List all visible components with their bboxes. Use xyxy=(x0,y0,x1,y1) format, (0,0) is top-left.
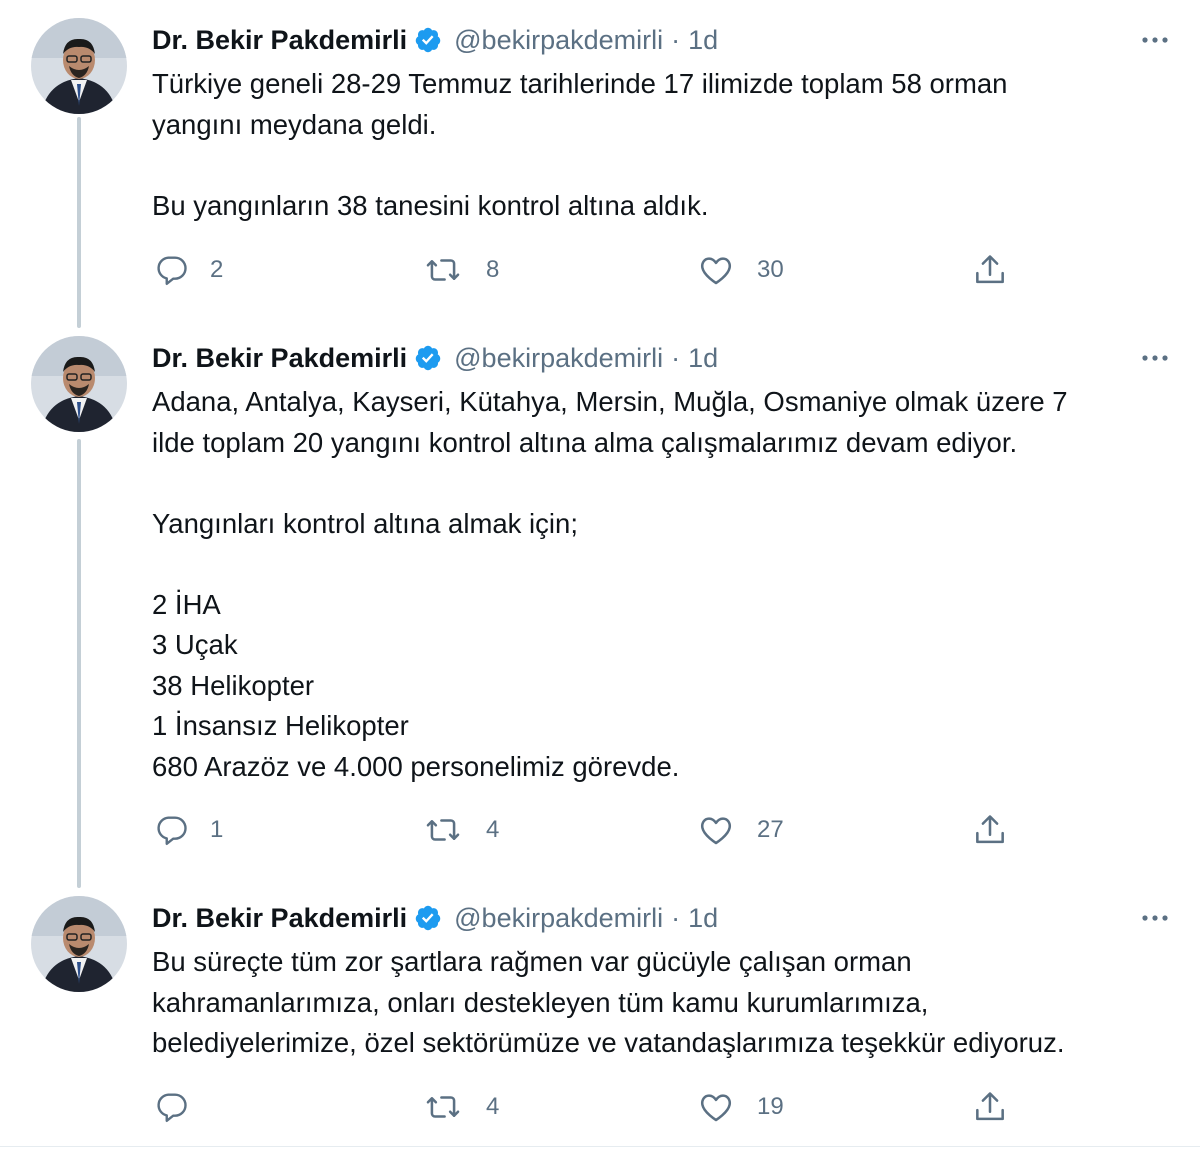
retweet-count: 8 xyxy=(486,256,500,283)
share-button[interactable] xyxy=(971,250,1009,290)
tweet-text-line: 2 İHA xyxy=(152,588,221,620)
avatar[interactable] xyxy=(31,896,127,992)
tweet-2[interactable]: Dr. Bekir Pakdemirli @bekirpakdemirli · … xyxy=(0,328,1200,888)
share-icon xyxy=(976,255,1004,284)
tweet-text: Adana, Antalya, Kayseri, Kütahya, Mersin… xyxy=(152,382,1162,787)
like-button[interactable]: 30 xyxy=(697,250,784,290)
tweet-actions: 2 8 30 xyxy=(152,250,1052,290)
separator-dot: · xyxy=(671,24,681,55)
author-name[interactable]: Dr. Bekir Pakdemirli xyxy=(152,343,407,374)
more-options-icon xyxy=(1142,37,1168,43)
like-button[interactable]: 27 xyxy=(697,810,784,850)
more-options-icon xyxy=(1142,355,1168,361)
reply-button[interactable]: 2 xyxy=(154,250,223,290)
tweet-text-line: 38 Helikopter xyxy=(152,669,315,701)
tweet-text-line: Türkiye geneli 28-29 Temmuz tarihlerinde… xyxy=(152,68,1008,99)
separator-dot: · xyxy=(671,342,681,373)
like-button[interactable]: 19 xyxy=(697,1087,784,1127)
reply-count: 2 xyxy=(210,256,224,283)
more-options-button[interactable] xyxy=(1140,903,1170,933)
share-icon xyxy=(976,1092,1004,1121)
tweet-text-gap xyxy=(152,463,1162,504)
share-button[interactable] xyxy=(971,1087,1009,1127)
retweet-button[interactable]: 8 xyxy=(424,250,499,290)
tweet-text-line: yangını meydana geldi. xyxy=(152,108,437,140)
tweet-actions: 4 19 xyxy=(152,1087,1052,1127)
tweet-actions: 1 4 27 xyxy=(152,810,1052,850)
tweet-text-line: Bu süreçte tüm zor şartlara rağmen var g… xyxy=(152,946,912,977)
tweet-text-line: kahramanlarımıza, onları destekleyen tüm… xyxy=(152,986,929,1018)
share-button[interactable] xyxy=(971,810,1009,850)
reply-button[interactable]: 1 xyxy=(154,810,223,850)
tweet-text: Türkiye geneli 28-29 Temmuz tarihlerinde… xyxy=(152,64,1162,226)
verified-badge-icon xyxy=(415,905,441,931)
tweet-text: Bu süreçte tüm zor şartlara rağmen var g… xyxy=(152,942,1162,1064)
like-icon xyxy=(700,817,732,845)
reply-count: 1 xyxy=(210,816,224,843)
more-options-icon xyxy=(1142,915,1168,921)
like-count: 27 xyxy=(757,816,784,843)
tweet-text-gap xyxy=(152,145,1162,186)
retweet-count: 4 xyxy=(486,816,500,843)
share-icon xyxy=(976,815,1004,844)
author-name[interactable]: Dr. Bekir Pakdemirli xyxy=(152,25,407,56)
thread-bottom-divider xyxy=(0,1146,1200,1147)
tweet-text-line: 680 Arazöz ve 4.000 personelimiz görevde… xyxy=(152,750,680,782)
tweet-text-line: Yangınları kontrol altına almak için; xyxy=(152,507,578,539)
avatar[interactable] xyxy=(31,336,127,432)
tweet-thread: Dr. Bekir Pakdemirli @bekirpakdemirli · … xyxy=(0,0,1200,1153)
retweet-button[interactable]: 4 xyxy=(424,810,499,850)
reply-icon xyxy=(157,256,187,285)
tweet-1[interactable]: Dr. Bekir Pakdemirli @bekirpakdemirli · … xyxy=(0,0,1200,328)
author-name[interactable]: Dr. Bekir Pakdemirli xyxy=(152,903,407,934)
author-handle[interactable]: @bekirpakdemirli xyxy=(454,903,663,934)
avatar-image xyxy=(31,336,127,432)
author-handle[interactable]: @bekirpakdemirli xyxy=(454,343,663,374)
reply-icon xyxy=(157,816,187,845)
more-options-button[interactable] xyxy=(1140,343,1170,373)
thread-connector-line xyxy=(77,439,81,888)
more-options-button[interactable] xyxy=(1140,25,1170,55)
tweet-text-line: 1 İnsansız Helikopter xyxy=(152,710,409,741)
tweet-text-line: belediyelerimize, özel sektörümüze ve va… xyxy=(152,1027,1065,1058)
separator-dot: · xyxy=(671,902,681,933)
like-count: 30 xyxy=(757,256,784,283)
timestamp[interactable]: 1d xyxy=(688,903,718,934)
tweet-header: Dr. Bekir Pakdemirli @bekirpakdemirli · … xyxy=(152,20,1170,60)
reply-icon xyxy=(157,1093,187,1122)
retweet-count: 4 xyxy=(486,1093,500,1120)
retweet-icon xyxy=(426,259,460,281)
tweet-text-line: 3 Uçak xyxy=(152,629,238,660)
timestamp[interactable]: 1d xyxy=(688,343,718,374)
verified-badge-icon xyxy=(415,27,441,53)
tweet-3[interactable]: Dr. Bekir Pakdemirli @bekirpakdemirli · … xyxy=(0,888,1200,1146)
tweet-text-line: Bu yangınların 38 tanesini kontrol altın… xyxy=(152,189,709,221)
avatar-image xyxy=(31,18,127,114)
like-icon xyxy=(700,257,732,285)
verified-badge-icon xyxy=(415,345,441,371)
tweet-header: Dr. Bekir Pakdemirli @bekirpakdemirli · … xyxy=(152,338,1170,378)
tweet-header: Dr. Bekir Pakdemirli @bekirpakdemirli · … xyxy=(152,898,1170,938)
avatar-image xyxy=(31,896,127,992)
author-handle[interactable]: @bekirpakdemirli xyxy=(454,25,663,56)
tweet-text-line: ilde toplam 20 yangını kontrol altına al… xyxy=(152,426,1018,458)
retweet-icon xyxy=(426,1096,460,1118)
retweet-icon xyxy=(426,819,460,841)
like-icon xyxy=(700,1094,732,1122)
thread-connector-line xyxy=(77,117,81,328)
timestamp[interactable]: 1d xyxy=(688,25,718,56)
reply-button[interactable] xyxy=(154,1087,190,1127)
tweet-text-gap xyxy=(152,544,1162,585)
avatar[interactable] xyxy=(31,18,127,114)
retweet-button[interactable]: 4 xyxy=(424,1087,499,1127)
like-count: 19 xyxy=(757,1093,784,1120)
tweet-text-line: Adana, Antalya, Kayseri, Kütahya, Mersin… xyxy=(152,386,1068,417)
